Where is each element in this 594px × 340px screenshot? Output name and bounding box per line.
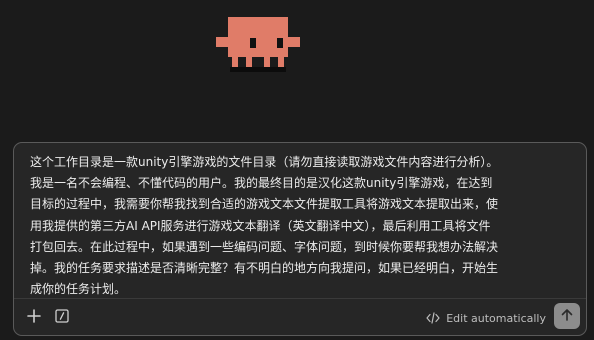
send-button[interactable] [554,303,580,329]
plus-icon [27,308,41,327]
prompt-input[interactable]: 这个工作目录是一款unity引擎游戏的文件目录（请勿直接读取游戏文件内容进行分析… [30,152,558,300]
code-icon [426,309,440,328]
composer-toolbar: Edit automatically [14,299,586,335]
slash-command-button[interactable] [51,306,73,328]
pixel-crab-mascot-icon [216,17,300,77]
add-button[interactable] [23,306,45,328]
slash-command-icon [55,308,69,327]
edit-mode-selector[interactable]: Edit automatically [426,308,546,328]
chat-composer: 这个工作目录是一款unity引擎游戏的文件目录（请勿直接读取游戏文件内容进行分析… [13,142,587,336]
arrow-up-icon [560,307,574,326]
app-window: 这个工作目录是一款unity引擎游戏的文件目录（请勿直接读取游戏文件内容进行分析… [0,0,594,340]
edit-mode-label: Edit automatically [446,311,546,325]
